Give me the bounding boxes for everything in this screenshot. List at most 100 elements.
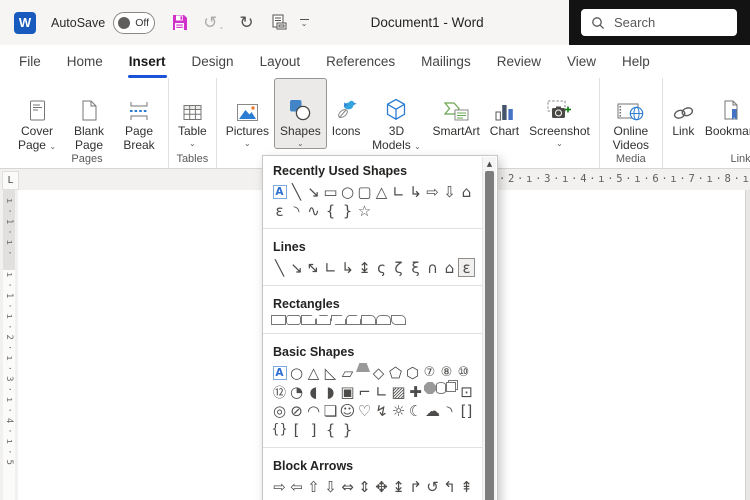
shape-arrow-bent[interactable]: ↱ [407,477,424,496]
shape-teardrop[interactable]: ◗ [322,382,339,401]
shape-arrow-left-up[interactable]: ↰ [441,477,458,496]
chevron-down-icon[interactable]: ⌄ [414,142,421,151]
shape-isosceles-triangle[interactable]: △ [373,182,390,201]
shape-left-brace[interactable]: { [322,420,339,439]
shape-arrow-down[interactable]: ⇩ [441,182,458,201]
shape-arrow-u-turn[interactable]: ↺ [424,477,441,496]
shape-round-diagonal-corner-rectangle[interactable] [391,315,406,325]
shape-arrow-up[interactable]: ⇧ [305,477,322,496]
shape-lightning-bolt[interactable]: ↯ [373,401,390,420]
shape-double-bracket[interactable]: [] [458,401,475,420]
shape-curve[interactable]: ∿ [305,201,322,220]
save-button[interactable] [171,14,188,31]
shape-plaque[interactable] [424,382,436,394]
shape-text-box[interactable]: A [273,366,287,380]
shape-arrow-bent-up[interactable]: ⇞ [458,477,475,496]
shape-can[interactable] [436,382,446,394]
shape-pie[interactable]: ◔ [288,382,305,401]
shape-trapezoid[interactable] [356,363,370,372]
shape-half-frame[interactable]: ⌐ [356,382,373,401]
shape-round-same-side-corner-rectangle[interactable] [376,315,391,325]
bookmark-button[interactable]: Bookmark [700,78,750,139]
shape-text-box[interactable]: A [273,185,287,199]
shape-snip-single-corner-rectangle[interactable] [301,315,316,325]
shape-left-bracket[interactable]: [ [288,420,305,439]
shape-arrow-right[interactable]: ⇨ [271,477,288,496]
scrollbar-thumb[interactable] [485,171,494,500]
shape-right-bracket[interactable]: ] [305,420,322,439]
chevron-down-icon[interactable]: ⌄ [49,142,56,151]
shape-rounded-rectangle[interactable]: ▢ [356,182,373,201]
shape-cube[interactable] [446,382,456,392]
chevron-down-icon[interactable]: ⌄ [189,139,196,148]
shape-octagon[interactable]: ⑧ [438,363,455,382]
shape-diamond[interactable]: ◇ [370,363,387,382]
shape-heart[interactable]: ♡ [356,401,373,420]
shape-arrow-up-down[interactable]: ⇕ [356,477,373,496]
shape-freeform-shape[interactable]: ⌂ [458,182,475,201]
shape-round-single-corner-rectangle[interactable] [361,315,376,325]
shape-chord[interactable]: ◖ [305,382,322,401]
shape-arrow-right[interactable]: ⇨ [424,182,441,201]
tab-mailings[interactable]: Mailings [408,45,484,78]
shape-frame[interactable]: ▣ [339,382,356,401]
shape-snip-diagonal-corner-rectangle[interactable] [331,315,346,325]
shape-bevel[interactable]: ⊡ [458,382,475,401]
shape-arc[interactable]: ◝ [288,201,305,220]
online-videos-button[interactable]: Online Videos [604,78,658,152]
tab-insert[interactable]: Insert [116,45,179,78]
shape-connector-curved-arrow[interactable]: ζ [390,258,407,277]
icons-button[interactable]: Icons [327,78,366,139]
shape-arrow-left[interactable]: ⇦ [288,477,305,496]
menu-scrollbar[interactable]: ▲ [482,157,496,500]
tab-home[interactable]: Home [54,45,116,78]
shape-diagonal-stripe[interactable]: ▨ [390,382,407,401]
shape-decagon[interactable]: ⑩ [455,363,472,382]
tab-review[interactable]: Review [484,45,554,78]
customize-toolbar-button[interactable]: ⌄ [300,19,309,27]
tab-references[interactable]: References [313,45,408,78]
shape-folded-corner[interactable]: ❏ [322,401,339,420]
shape-isosceles-triangle[interactable]: △ [305,363,322,382]
link-button[interactable]: Link [667,78,700,139]
shape-curve[interactable]: ∩ [424,258,441,277]
cover-page-button[interactable]: Cover Page ⌄ [10,78,64,152]
shape-parallelogram[interactable]: ▱ [339,363,356,382]
page-break-button[interactable]: Page Break [114,78,164,152]
chevron-down-icon[interactable]: ⌄ [556,139,563,148]
shape-freeform-scribble[interactable]: ε [271,201,288,220]
tab-stop-selector[interactable]: L [2,171,19,190]
shape-line-arrow[interactable]: ↘ [305,182,322,201]
scrollbar-up-arrow[interactable]: ▲ [483,157,496,170]
shape-connector-curved[interactable]: ς [373,258,390,277]
blank-page-button[interactable]: Blank Page [64,78,114,152]
shape-left-brace[interactable]: { [322,201,339,220]
shape-dodecagon[interactable]: ⑫ [271,382,288,401]
shape-oval[interactable]: ○ [339,182,356,201]
shape-double-brace[interactable]: {} [271,420,288,439]
chart-button[interactable]: Chart [485,78,524,139]
shape-regular-pentagon[interactable]: ⬠ [387,363,404,382]
autosave-toggle[interactable]: Off [113,12,155,34]
shapes-button[interactable]: Shapes ⌄ [274,78,327,149]
shape-snip-and-round-single-corner-rectangle[interactable] [346,315,361,325]
shape-line[interactable]: ╲ [288,182,305,201]
shape-connector-elbow-arrow[interactable]: ↳ [407,182,424,201]
shape-sun[interactable]: ☼ [390,401,407,420]
redo-button[interactable]: ↻ [239,13,253,33]
shape-cloud[interactable]: ☁ [424,401,441,420]
shape-right-brace[interactable]: } [339,420,356,439]
tab-layout[interactable]: Layout [247,45,314,78]
shape-connector-curved-double-arrow[interactable]: ξ [407,258,424,277]
shape-moon[interactable]: ☾ [407,401,424,420]
smartart-button[interactable]: SmartArt [427,78,484,139]
shape-arrow-left-right[interactable]: ⇔ [339,477,356,496]
shape-oval[interactable]: ○ [288,363,305,382]
shape-no-symbol[interactable]: ⊘ [288,401,305,420]
chevron-down-icon[interactable]: ⌄ [244,139,251,148]
shape-block-arc[interactable]: ◠ [305,401,322,420]
shape-snip-same-side-corner-rectangle[interactable] [316,315,331,325]
undo-button[interactable]: ↺ ⌄ [203,13,224,33]
tab-file[interactable]: File [6,45,54,78]
print-preview-button[interactable] [269,14,287,32]
